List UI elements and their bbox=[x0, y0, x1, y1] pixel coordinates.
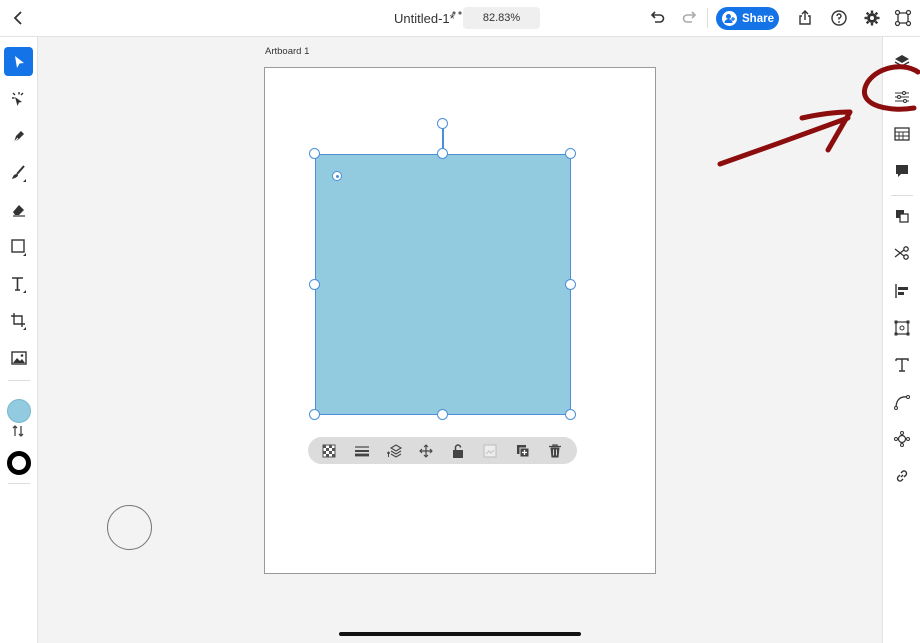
select-tool[interactable] bbox=[4, 47, 33, 76]
help-icon[interactable] bbox=[829, 8, 849, 28]
toolbar-separator bbox=[8, 483, 30, 484]
plugins-icon[interactable] bbox=[893, 8, 913, 28]
fill-color-swatch[interactable] bbox=[7, 399, 31, 423]
settings-icon[interactable] bbox=[862, 8, 882, 28]
document-title[interactable]: Untitled-1* bbox=[394, 11, 455, 26]
resize-handle-top-right[interactable] bbox=[565, 148, 576, 159]
export-icon[interactable] bbox=[795, 8, 815, 28]
swap-colors-icon[interactable] bbox=[11, 424, 25, 441]
undo-icon[interactable] bbox=[647, 8, 667, 28]
artboard-label[interactable]: Artboard 1 bbox=[265, 46, 309, 57]
home-indicator bbox=[339, 632, 581, 636]
resize-handle-left[interactable] bbox=[309, 279, 320, 290]
direct-select-tool[interactable] bbox=[4, 84, 33, 113]
text-icon bbox=[11, 276, 26, 293]
type-icon[interactable] bbox=[891, 354, 913, 376]
arrange-icon[interactable] bbox=[891, 205, 913, 227]
eraser-icon bbox=[12, 204, 25, 217]
zoom-level[interactable]: 82.83% bbox=[463, 7, 540, 29]
effects-icon[interactable] bbox=[891, 428, 913, 450]
touch-shortcut[interactable] bbox=[107, 505, 152, 550]
brush-tool[interactable] bbox=[4, 158, 33, 187]
image-icon[interactable] bbox=[480, 441, 500, 460]
rectangle-tool[interactable] bbox=[4, 232, 33, 261]
text-tool[interactable] bbox=[4, 269, 33, 298]
rotation-handle[interactable] bbox=[437, 118, 448, 129]
context-action-bar bbox=[308, 437, 577, 464]
select-arrow-icon bbox=[14, 55, 24, 68]
arrange-layers-icon[interactable] bbox=[385, 441, 405, 460]
delete-icon[interactable] bbox=[545, 441, 565, 460]
resize-handle-top-left[interactable] bbox=[309, 148, 320, 159]
share-label: Share bbox=[742, 12, 774, 25]
resize-handle-right[interactable] bbox=[565, 279, 576, 290]
share-button[interactable]: Share bbox=[716, 7, 779, 30]
place-image-tool[interactable] bbox=[4, 343, 33, 372]
magic-select-icon bbox=[11, 91, 23, 106]
lock-icon[interactable] bbox=[448, 441, 468, 460]
resize-handle-bottom[interactable] bbox=[437, 409, 448, 420]
user-add-icon bbox=[722, 11, 737, 26]
align-icon[interactable] bbox=[891, 280, 913, 302]
move-icon[interactable] bbox=[416, 441, 436, 460]
cut-icon[interactable] bbox=[891, 242, 913, 264]
selected-rectangle[interactable] bbox=[315, 154, 571, 415]
resize-handle-top[interactable] bbox=[437, 148, 448, 159]
resize-handle-bottom-right[interactable] bbox=[565, 409, 576, 420]
annotation-arrow-circle bbox=[717, 64, 920, 167]
toolbar-separator bbox=[8, 380, 30, 381]
back-chevron-icon[interactable] bbox=[9, 8, 29, 28]
left-toolbar bbox=[0, 37, 38, 643]
pen-icon bbox=[13, 130, 24, 142]
corner-radius-handle[interactable] bbox=[332, 171, 342, 181]
document-title-wrap[interactable]: Untitled-1* bbox=[394, 0, 455, 37]
top-bar: Untitled-1* 82.83% Share bbox=[0, 0, 920, 37]
panel-separator bbox=[891, 195, 913, 196]
stroke-color-swatch[interactable] bbox=[7, 451, 31, 475]
crop-icon bbox=[10, 312, 26, 330]
rectangle-icon bbox=[10, 238, 26, 256]
stroke-weight-icon[interactable] bbox=[352, 441, 372, 460]
crop-tool[interactable] bbox=[4, 306, 33, 335]
path-icon[interactable] bbox=[891, 391, 913, 413]
transparency-icon[interactable] bbox=[319, 441, 339, 460]
resize-handle-bottom-left[interactable] bbox=[309, 409, 320, 420]
eraser-tool[interactable] bbox=[4, 195, 33, 224]
redo-icon[interactable] bbox=[680, 8, 700, 28]
duplicate-icon[interactable] bbox=[513, 441, 533, 460]
link-icon[interactable] bbox=[891, 465, 913, 487]
brush-icon bbox=[11, 164, 26, 182]
pen-tool[interactable] bbox=[4, 121, 33, 150]
transform-icon[interactable] bbox=[891, 317, 913, 339]
image-icon bbox=[10, 350, 27, 365]
toolbar-divider bbox=[707, 8, 708, 28]
